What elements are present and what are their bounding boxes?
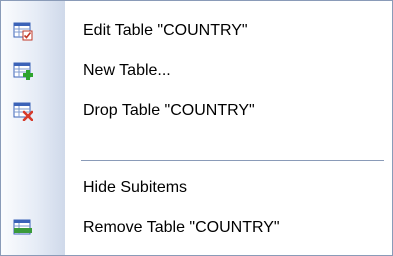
- menu-item-remove-table[interactable]: Remove Table "COUNTRY": [1, 208, 392, 248]
- new-table-icon: [13, 61, 33, 81]
- menu-item-label: Hide Subitems: [83, 179, 188, 196]
- remove-table-icon: [13, 218, 33, 238]
- menu-item-hide-subitems[interactable]: Hide Subitems: [1, 168, 392, 208]
- menu-item-new-table[interactable]: New Table...: [1, 51, 392, 91]
- drop-table-icon: [13, 101, 34, 122]
- edit-table-icon: [13, 21, 33, 41]
- menu-item-label: Remove Table "COUNTRY": [83, 219, 280, 236]
- menu-item-edit-table[interactable]: Edit Table "COUNTRY": [1, 11, 392, 51]
- menu-item-drop-table[interactable]: Drop Table "COUNTRY": [1, 91, 392, 131]
- menu-separator: [81, 160, 384, 163]
- menu-item-label: Drop Table "COUNTRY": [83, 102, 255, 119]
- menu-item-label: New Table...: [83, 62, 171, 79]
- context-menu: Edit Table "COUNTRY" New Table... Drop T…: [0, 0, 393, 256]
- menu-item-label: Edit Table "COUNTRY": [83, 22, 248, 39]
